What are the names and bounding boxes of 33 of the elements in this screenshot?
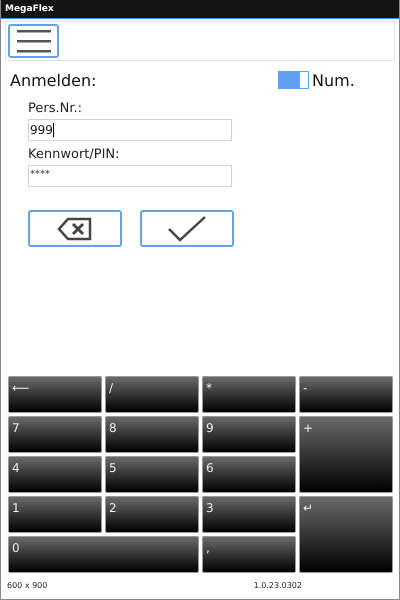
- keypad-key[interactable]: ↵: [299, 496, 393, 573]
- login-heading: Anmelden:: [10, 70, 98, 90]
- backspace-button[interactable]: [28, 210, 122, 247]
- confirm-button[interactable]: [140, 210, 234, 247]
- input-field[interactable]: 999: [28, 119, 232, 141]
- input-field[interactable]: ****: [28, 165, 232, 187]
- num-toggle[interactable]: [278, 71, 309, 89]
- keypad-key[interactable]: /: [105, 376, 199, 413]
- keypad-key[interactable]: 2: [105, 496, 199, 533]
- keypad-key[interactable]: 8: [105, 416, 199, 453]
- keypad-key[interactable]: 9: [202, 416, 296, 453]
- toggle-label: Num.: [312, 70, 355, 90]
- keypad-key[interactable]: 1: [8, 496, 102, 533]
- keypad-key[interactable]: 3: [202, 496, 296, 533]
- resolution-text: 600 x 900: [7, 581, 48, 590]
- keypad-key[interactable]: 5: [105, 456, 199, 493]
- menu-button[interactable]: [8, 24, 59, 58]
- field-label: Kennwort/PIN:: [28, 147, 121, 162]
- menu-icon: [16, 29, 50, 53]
- keypad-key[interactable]: ,: [202, 536, 296, 573]
- keypad-key[interactable]: 4: [8, 456, 102, 493]
- version-text: 1.0.23.0302: [254, 581, 302, 590]
- keypad-key[interactable]: 6: [202, 456, 296, 493]
- field-label: Pers.Nr.:: [28, 101, 84, 116]
- keypad-key[interactable]: ⟵: [8, 376, 102, 413]
- backspace-icon: [57, 216, 93, 240]
- window-title: MegaFlex: [5, 4, 54, 14]
- keypad-key[interactable]: +: [299, 416, 393, 493]
- keypad-key[interactable]: 7: [8, 416, 102, 453]
- check-icon: [167, 216, 207, 242]
- keypad-key[interactable]: -: [299, 376, 393, 413]
- keypad-key[interactable]: 0: [8, 536, 199, 573]
- keypad-key[interactable]: *: [202, 376, 296, 413]
